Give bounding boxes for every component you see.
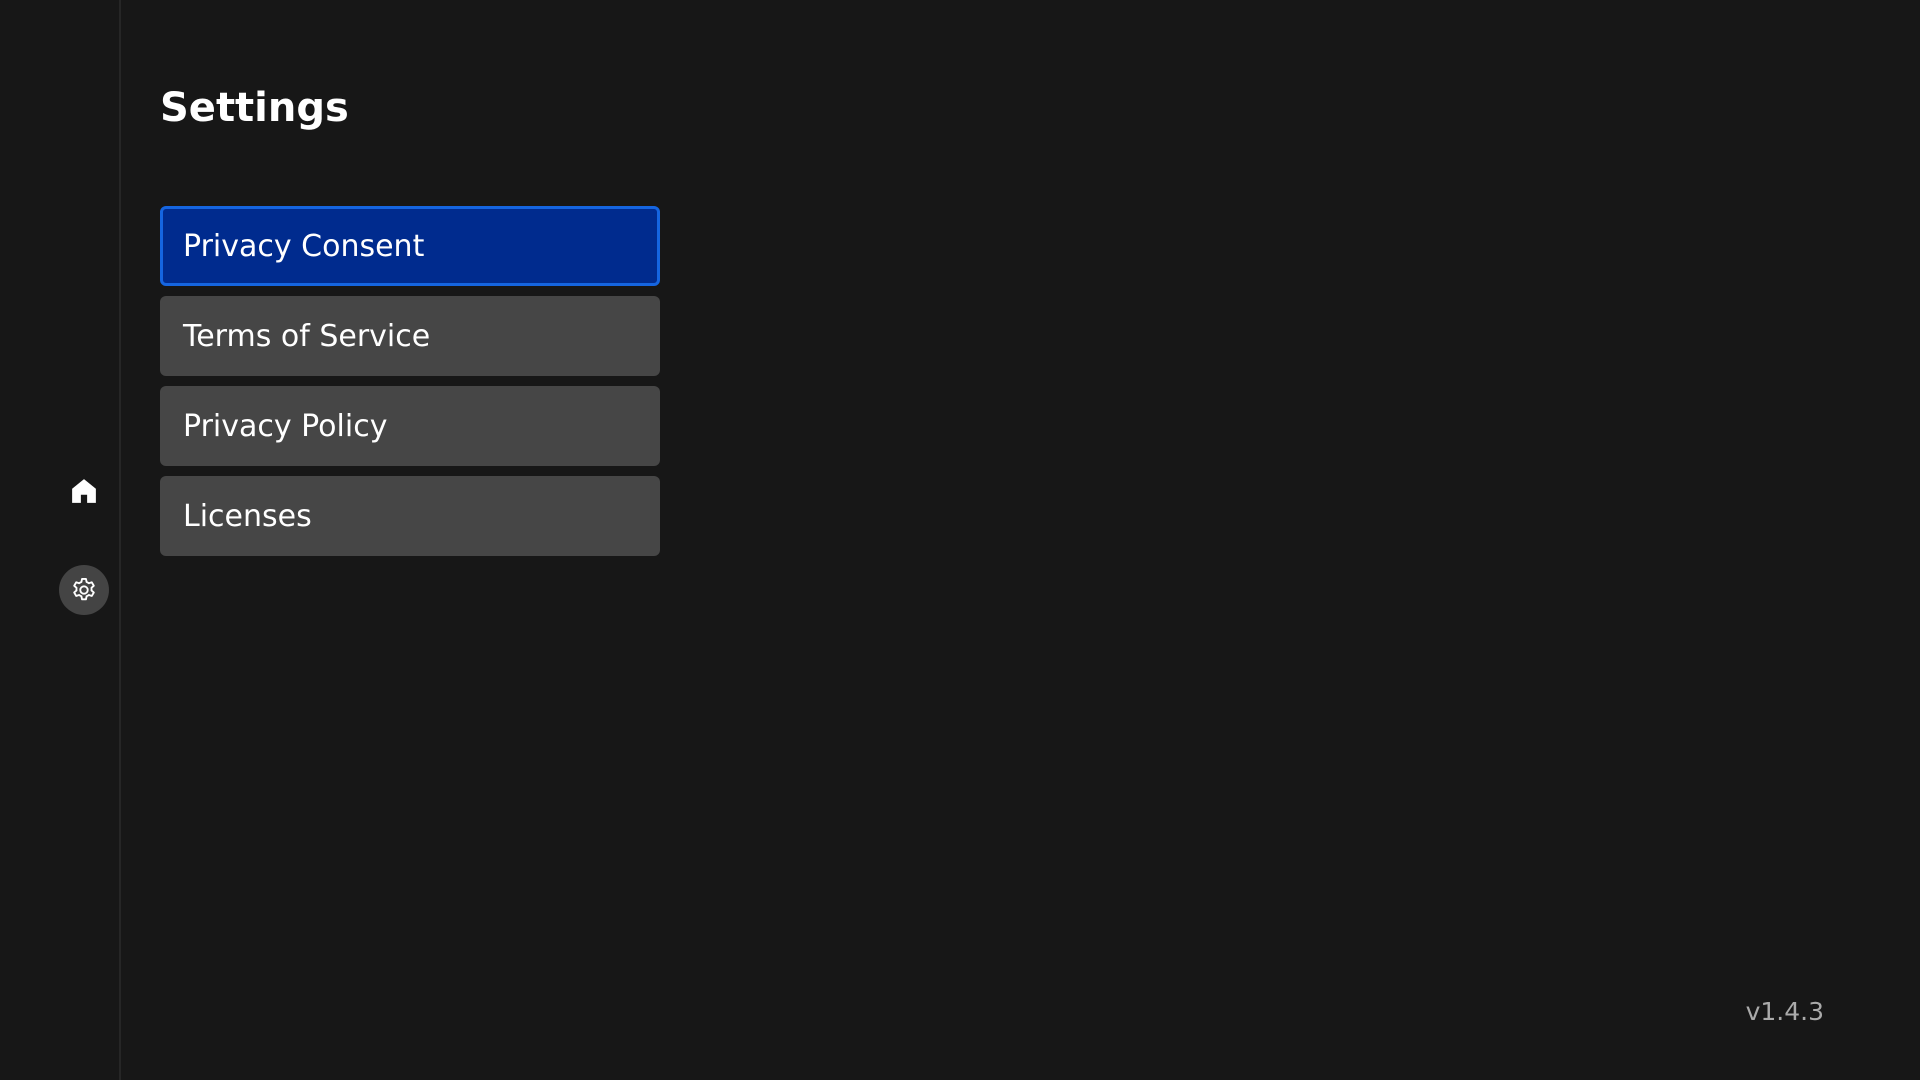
app-root: Settings Privacy Consent Terms of Servic… bbox=[0, 0, 1920, 1080]
menu-item-label: Terms of Service bbox=[183, 318, 431, 354]
version-label: v1.4.3 bbox=[1745, 997, 1824, 1026]
settings-menu: Privacy Consent Terms of Service Privacy… bbox=[160, 206, 660, 566]
menu-item-terms-of-service[interactable]: Terms of Service bbox=[160, 296, 660, 376]
menu-item-privacy-consent[interactable]: Privacy Consent bbox=[160, 206, 660, 286]
menu-item-label: Privacy Policy bbox=[183, 408, 388, 444]
menu-item-licenses[interactable]: Licenses bbox=[160, 476, 660, 556]
menu-item-privacy-policy[interactable]: Privacy Policy bbox=[160, 386, 660, 466]
nav-settings-button[interactable] bbox=[59, 565, 109, 615]
menu-item-label: Privacy Consent bbox=[183, 228, 425, 264]
page-title: Settings bbox=[160, 85, 349, 131]
nav-home-button[interactable] bbox=[59, 466, 109, 516]
nav-rail bbox=[0, 0, 121, 1080]
home-icon bbox=[69, 476, 99, 506]
gear-icon bbox=[70, 576, 98, 604]
menu-item-label: Licenses bbox=[183, 498, 312, 534]
